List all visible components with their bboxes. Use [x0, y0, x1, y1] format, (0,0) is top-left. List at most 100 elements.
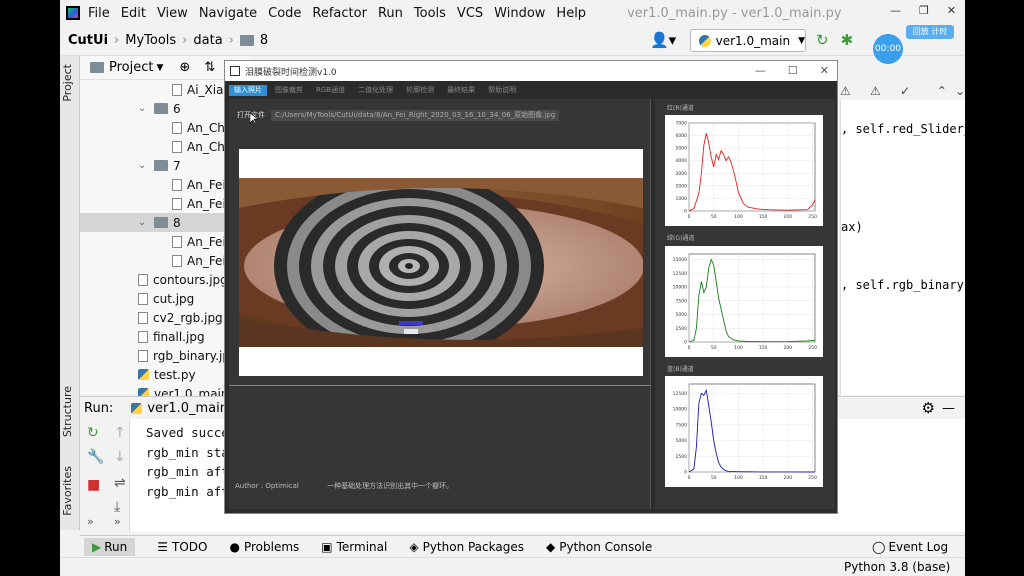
- code-editor[interactable]: , self.red_Slider_m ax) , self.rgb_binar…: [840, 100, 965, 395]
- tab-result[interactable]: 最终结果: [442, 85, 480, 96]
- x-tick-label: 150: [759, 345, 768, 351]
- x-tick-label: 50: [711, 475, 717, 481]
- console-line: rgb_min star: [146, 444, 237, 460]
- tab-crop[interactable]: 图像裁剪: [270, 85, 308, 96]
- menu-code[interactable]: Code: [268, 6, 301, 21]
- menu-refactor[interactable]: Refactor: [312, 6, 367, 21]
- console-line: Saved succee: [146, 425, 237, 440]
- y-tick-label: 12500: [673, 391, 687, 397]
- close-icon[interactable]: ✕: [820, 64, 829, 77]
- console-output[interactable]: Saved succee rgb_min star rgb_min afte r…: [146, 425, 236, 503]
- bottom-tab-python-console[interactable]: ◆ Python Console: [546, 540, 652, 554]
- chevron-down-icon[interactable]: ⌄: [138, 217, 150, 228]
- debug-icon[interactable]: ✱: [841, 31, 854, 49]
- app-titlebar: 泪膜破裂时间检测v1.0 — ☐ ✕: [225, 61, 837, 81]
- menu-tools[interactable]: Tools: [414, 6, 446, 21]
- x-tick-label: 100: [734, 214, 743, 220]
- console-line: rgb_min afte: [146, 483, 237, 499]
- plot-area: [688, 122, 816, 212]
- mouse-cursor-icon: [250, 113, 258, 124]
- more-icon[interactable]: »: [87, 515, 94, 528]
- recording-timer[interactable]: 00:00: [873, 34, 903, 64]
- minimize-icon[interactable]: —: [890, 4, 901, 17]
- app-window-controls: — ☐ ✕: [755, 64, 829, 77]
- bottom-tab-terminal[interactable]: ▣ Terminal: [321, 540, 387, 554]
- tree-item-label: cv2_rgb.jpg: [153, 310, 223, 325]
- tab-rgb[interactable]: RGB通道: [311, 85, 350, 96]
- menu-view[interactable]: View: [157, 6, 188, 21]
- y-tick-label: 2500: [676, 454, 688, 460]
- chevron-down-icon[interactable]: ⌄: [138, 103, 150, 114]
- tab-input-photo[interactable]: 输入照片: [229, 85, 267, 96]
- folder-icon: [154, 217, 168, 228]
- project-title[interactable]: Project: [109, 60, 153, 75]
- rerun-icon[interactable]: ↻: [87, 425, 99, 441]
- window-controls: — ❐ ✕: [890, 4, 956, 17]
- breadcrumb-data[interactable]: data: [193, 33, 222, 48]
- menu-vcs[interactable]: VCS: [457, 6, 483, 21]
- code-line: ax): [841, 220, 863, 234]
- gear-icon[interactable]: ⚙: [922, 399, 935, 417]
- menu-navigate[interactable]: Navigate: [199, 6, 257, 21]
- side-tab-favorites[interactable]: Favorites: [61, 466, 74, 516]
- menu-file[interactable]: File: [88, 6, 110, 21]
- project-folder-icon: [90, 62, 104, 73]
- more-icon[interactable]: »: [114, 515, 121, 528]
- tab-help[interactable]: 帮助说明: [483, 85, 521, 96]
- y-tick-label: 7500: [676, 298, 688, 304]
- hide-icon[interactable]: —: [942, 401, 955, 416]
- bottom-tab-todo[interactable]: ☰ TODO: [157, 540, 207, 554]
- code-line: , self.red_Slider_m: [841, 122, 965, 136]
- wrap-icon[interactable]: ⇌: [114, 475, 126, 491]
- breadcrumb-cutui[interactable]: CutUi: [68, 33, 108, 48]
- menu-edit[interactable]: Edit: [121, 6, 146, 21]
- histogram-pane: 红(R)通道 0 50 100 150 200 250 0 1000 2000 3000 4000 5…: [655, 99, 835, 509]
- rerun-icon[interactable]: ↻: [816, 31, 829, 49]
- y-tick-label: 2500: [676, 326, 688, 332]
- side-tab-structure[interactable]: Structure: [61, 386, 74, 437]
- tree-item-label: finall.jpg: [153, 329, 205, 344]
- menu-window[interactable]: Window: [494, 6, 545, 21]
- maximize-icon[interactable]: ❐: [919, 4, 929, 17]
- recording-tag[interactable]: 回放 计时: [906, 25, 954, 39]
- bottom-tab-problems[interactable]: ● Problems: [229, 540, 299, 554]
- maximize-icon[interactable]: ☐: [788, 64, 798, 77]
- timer-label: 00:00: [875, 44, 901, 54]
- menu-help[interactable]: Help: [556, 6, 586, 21]
- bottom-tab-python-packages[interactable]: ◈ Python Packages: [409, 540, 524, 554]
- chevron-down-icon[interactable]: ▼: [156, 63, 163, 73]
- collapse-icon[interactable]: ⇅: [204, 60, 215, 75]
- minimize-icon[interactable]: —: [755, 64, 766, 77]
- eye-photo: [239, 178, 643, 347]
- menu-run[interactable]: Run: [378, 6, 403, 21]
- tree-item-label: test.py: [154, 367, 196, 382]
- side-tab-project[interactable]: Project: [61, 64, 74, 102]
- event-log-tab[interactable]: ◯ Event Log: [872, 540, 948, 554]
- target-icon[interactable]: ⊕: [179, 60, 190, 75]
- event-icon: ◯: [872, 539, 886, 554]
- tree-item-label: An_Fei: [187, 234, 226, 249]
- tab-binary[interactable]: 二值化处理: [353, 85, 398, 96]
- hist-red-label: 红(R)通道: [667, 105, 694, 112]
- interpreter-label[interactable]: Python 3.8 (base): [844, 560, 950, 574]
- breadcrumb-mytools[interactable]: MyTools: [125, 33, 176, 48]
- breadcrumb-8[interactable]: 8: [260, 33, 268, 48]
- python-file-icon: [138, 369, 149, 380]
- user-icon[interactable]: 👤▾: [650, 31, 676, 49]
- run-tab[interactable]: ver1.0_main: [147, 401, 228, 416]
- bottom-tab-run[interactable]: ▶ Run: [84, 537, 136, 556]
- close-icon[interactable]: ✕: [947, 4, 956, 17]
- x-tick-label: 0: [688, 214, 691, 220]
- arrow-up-icon[interactable]: ↑: [114, 425, 126, 441]
- chevron-down-icon[interactable]: ⌄: [138, 160, 150, 171]
- run-config-select[interactable]: ver1.0_main ▼: [690, 29, 806, 52]
- x-tick-label: 200: [784, 475, 793, 481]
- tab-contour[interactable]: 轮廓检测: [401, 85, 439, 96]
- y-tick-label: 1000: [676, 196, 688, 202]
- x-tick-label: 0: [688, 345, 691, 351]
- scroll-end-icon[interactable]: ⤓: [114, 499, 120, 515]
- wrench-icon[interactable]: 🔧: [87, 449, 104, 465]
- folder-icon: [239, 35, 254, 46]
- arrow-down-icon[interactable]: ↓: [114, 449, 126, 465]
- stop-icon[interactable]: ■: [87, 477, 100, 493]
